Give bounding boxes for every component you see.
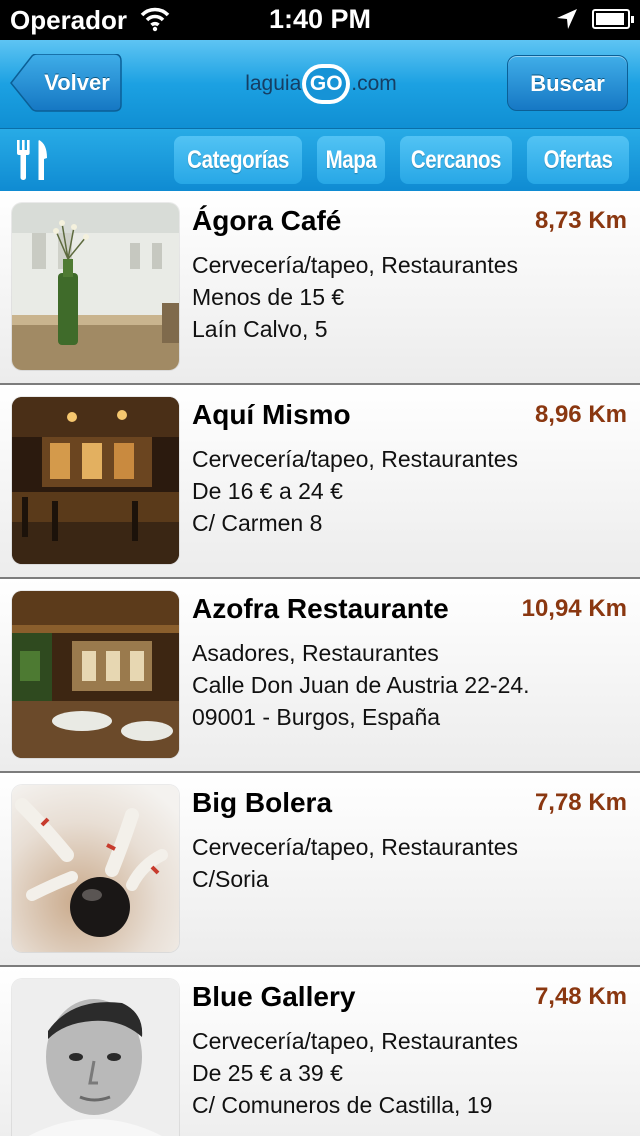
laguiago-logo: laguia GO .com: [236, 58, 406, 110]
battery-icon: [592, 9, 634, 29]
list-item[interactable]: Big Bolera 7,78 Km Cervecería/tapeo, Res…: [0, 773, 640, 967]
listing-address: C/ Carmen 8: [192, 510, 323, 536]
list-item[interactable]: Azofra Restaurante 10,94 Km Asadores, Re…: [0, 579, 640, 773]
listing-distance: 8,96 Km: [534, 401, 627, 428]
listing-name: Big Bolera: [192, 787, 333, 818]
clock: 1:40 PM: [268, 4, 372, 34]
listing-address: Calle Don Juan de Austria 22-24.: [192, 672, 530, 698]
listing-name: Azofra Restaurante: [192, 593, 449, 624]
listing-category: Cervecería/tapeo, Restaurantes: [192, 834, 519, 860]
listing-price: De 25 € a 39 €: [192, 1060, 343, 1086]
tab-cercanos[interactable]: Cercanos: [400, 136, 512, 184]
tab-categorias[interactable]: Categorías: [174, 136, 302, 184]
listing-category: Asadores, Restaurantes: [192, 640, 439, 666]
tab-label: Categorías: [187, 146, 289, 174]
tab-ofertas[interactable]: Ofertas: [527, 136, 629, 184]
logo-go-text: GO: [306, 68, 347, 100]
listing-distance: 8,73 Km: [534, 207, 627, 234]
listing-name: Blue Gallery: [192, 981, 356, 1012]
fork-knife-icon: [14, 138, 50, 187]
listing-photo: [12, 979, 179, 1136]
search-button[interactable]: Buscar: [507, 55, 628, 111]
listing-address: C/Soria: [192, 866, 269, 892]
listing-photo: [12, 203, 179, 370]
listing-category: Cervecería/tapeo, Restaurantes: [192, 446, 519, 472]
status-bar: Operador 1:40 PM: [0, 0, 640, 40]
listing-distance: 10,94 Km: [521, 595, 627, 622]
back-button-label: Volver: [44, 70, 110, 95]
listing-address: Laín Calvo, 5: [192, 316, 328, 342]
listing-price: De 16 € a 24 €: [192, 478, 343, 504]
tab-label: Ofertas: [543, 146, 613, 174]
listing-name: Ágora Café: [192, 205, 342, 236]
listing-price: Menos de 15 €: [192, 284, 345, 310]
logo-text-right: .com: [351, 72, 397, 95]
logo-go-badge: GO: [302, 64, 351, 104]
listing-name: Aquí Mismo: [192, 399, 351, 430]
list-item[interactable]: Aquí Mismo 8,96 Km Cervecería/tapeo, Res…: [0, 385, 640, 579]
navigation-bar: Volver laguia GO .com Buscar: [0, 40, 640, 129]
listing-photo: [12, 591, 179, 758]
listing-distance: 7,78 Km: [534, 789, 627, 816]
location-arrow-icon: [556, 8, 578, 35]
list-item[interactable]: Blue Gallery 7,48 Km Cervecería/tapeo, R…: [0, 967, 640, 1136]
listing-list: Ágora Café 8,73 Km Cervecería/tapeo, Res…: [0, 191, 640, 1136]
category-tab-bar: Categorías Mapa Cercanos Ofertas: [0, 129, 640, 191]
listing-category: Cervecería/tapeo, Restaurantes: [192, 252, 519, 278]
tab-label: Mapa: [325, 146, 377, 174]
tab-mapa[interactable]: Mapa: [317, 136, 385, 184]
listing-address: C/ Comuneros de Castilla, 19: [192, 1092, 493, 1118]
listing-photo: [12, 397, 179, 564]
back-button[interactable]: Volver: [10, 54, 122, 112]
tab-label: Cercanos: [410, 146, 502, 174]
logo-text-left: laguia: [245, 72, 302, 95]
listing-category: Cervecería/tapeo, Restaurantes: [192, 1028, 519, 1054]
listing-address-city: 09001 - Burgos, España: [192, 704, 441, 730]
list-item[interactable]: Ágora Café 8,73 Km Cervecería/tapeo, Res…: [0, 191, 640, 385]
listing-distance: 7,48 Km: [534, 983, 627, 1010]
listing-photo: [12, 785, 179, 952]
